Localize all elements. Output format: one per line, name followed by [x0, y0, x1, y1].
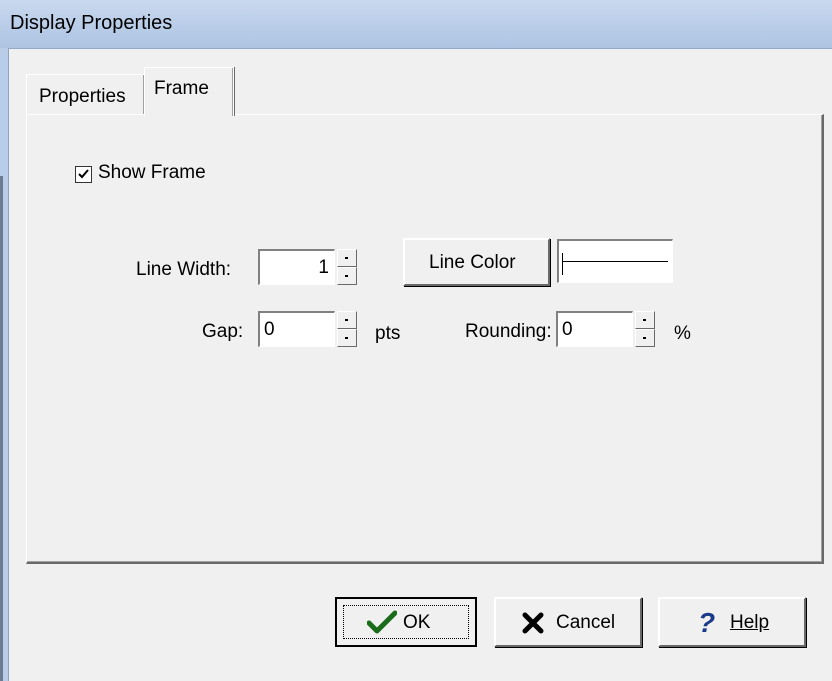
help-button-label: Help: [730, 612, 770, 633]
line-width-input[interactable]: 1: [258, 249, 335, 285]
cancel-button-label: Cancel: [556, 612, 616, 633]
gap-down-button[interactable]: [337, 329, 357, 347]
rounding-down-button[interactable]: [635, 329, 655, 347]
window-left-edge: [0, 48, 9, 681]
color-preview-line: [562, 261, 668, 262]
rounding-input[interactable]: 0: [556, 311, 633, 347]
gap-label: Gap:: [202, 321, 244, 342]
down-arrow-icon: [643, 337, 646, 339]
line-width-value: 1: [318, 257, 329, 278]
cancel-button[interactable]: Cancel: [494, 597, 642, 647]
color-preview-tick: [562, 253, 563, 275]
line-width-up-button[interactable]: [337, 249, 357, 267]
title-bar: Display Properties: [0, 0, 832, 49]
tab-properties[interactable]: Properties: [26, 74, 145, 115]
line-width-label: Line Width:: [136, 259, 232, 280]
line-color-button[interactable]: Line Color: [403, 238, 550, 286]
line-color-button-label: Line Color: [429, 252, 516, 273]
up-arrow-icon: [345, 257, 348, 259]
up-arrow-icon: [643, 319, 646, 321]
show-frame-label[interactable]: Show Frame: [98, 162, 206, 184]
window-left-edge-shadow: [0, 176, 3, 681]
rounding-up-button[interactable]: [635, 311, 655, 329]
question-mark-icon: ?: [698, 607, 716, 638]
window-title: Display Properties: [10, 12, 173, 34]
show-frame-checkbox[interactable]: [75, 166, 92, 183]
up-arrow-icon: [345, 319, 348, 321]
tab-properties-label: Properties: [39, 86, 126, 107]
rounding-value: 0: [562, 319, 573, 340]
rounding-spinner[interactable]: [635, 311, 655, 347]
check-icon: [78, 169, 89, 179]
ok-button[interactable]: OK: [335, 597, 477, 647]
gap-unit: pts: [375, 323, 401, 344]
line-width-down-button[interactable]: [337, 267, 357, 285]
tab-frame[interactable]: Frame: [144, 67, 234, 116]
gap-up-button[interactable]: [337, 311, 357, 329]
line-width-spinner[interactable]: [337, 249, 357, 285]
down-arrow-icon: [345, 275, 348, 277]
down-arrow-icon: [345, 337, 348, 339]
rounding-unit: %: [674, 323, 691, 344]
ok-button-label: OK: [403, 612, 431, 633]
help-button[interactable]: ? Help: [658, 597, 806, 647]
line-color-preview: [557, 239, 673, 283]
rounding-label: Rounding:: [465, 321, 552, 342]
checkmark-icon: [367, 610, 397, 634]
gap-input[interactable]: 0: [258, 311, 335, 347]
gap-spinner[interactable]: [337, 311, 357, 347]
tab-frame-label: Frame: [154, 78, 209, 99]
x-icon: [522, 612, 544, 634]
gap-value: 0: [264, 319, 275, 340]
